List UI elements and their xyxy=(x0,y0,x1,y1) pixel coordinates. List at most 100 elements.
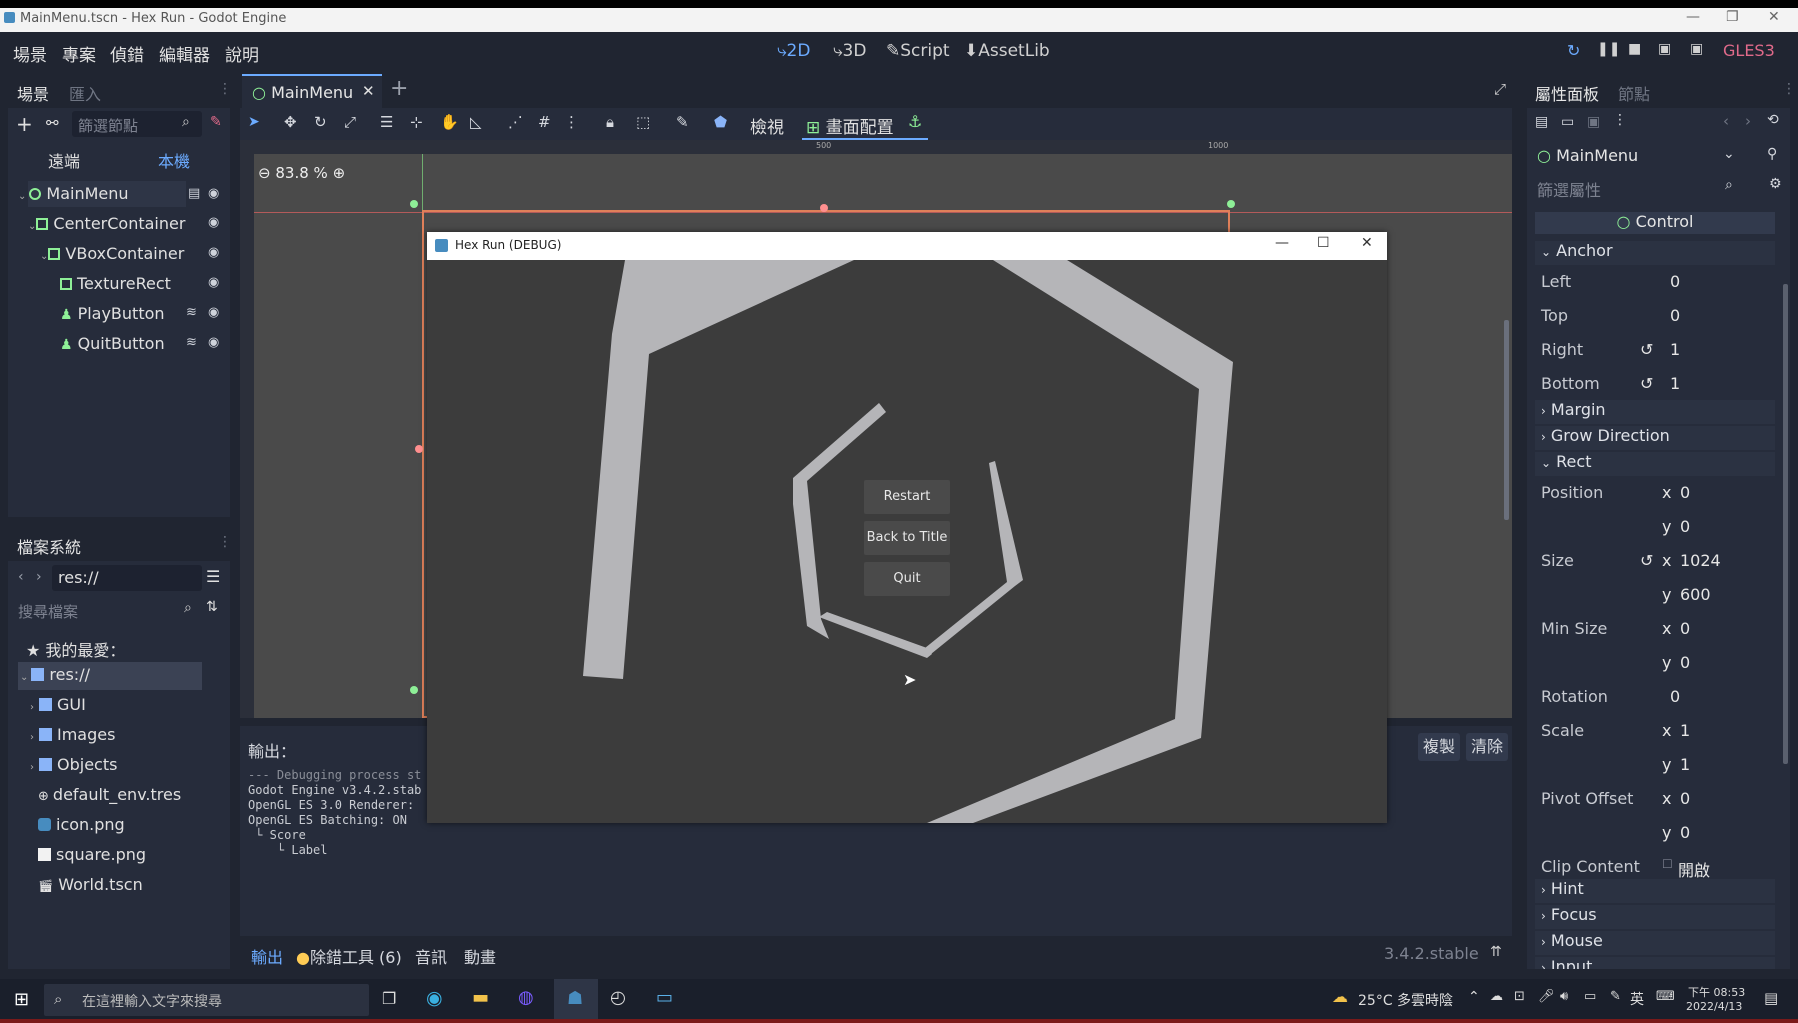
camera-override-icon[interactable]: ⬟ xyxy=(714,113,727,131)
filter-settings-icon[interactable]: ⚙ xyxy=(1769,176,1782,192)
select-tool-icon[interactable]: ➤ xyxy=(248,114,260,130)
prop-pivot-x[interactable]: Pivot Offset x 0 xyxy=(1535,783,1775,813)
group-icon[interactable]: ⬚ xyxy=(636,113,650,131)
folder-objects[interactable]: › Objects xyxy=(30,755,117,774)
menu-project[interactable]: 專案 xyxy=(62,41,96,66)
revert-icon[interactable]: ↺ xyxy=(1640,340,1653,359)
quit-button[interactable]: Quit xyxy=(864,562,950,596)
revert-icon[interactable]: ↺ xyxy=(1640,374,1653,393)
remote-button[interactable]: 遠端 xyxy=(48,148,80,172)
minimize-icon[interactable]: — xyxy=(1275,235,1289,251)
visibility-eye-icon[interactable]: ◉ xyxy=(208,215,219,230)
network-icon[interactable]: ⊡ xyxy=(1514,989,1525,1004)
pen-icon[interactable]: ✎ xyxy=(1610,989,1621,1004)
tree-node-mainmenu[interactable]: ⌄ MainMenu xyxy=(18,184,129,203)
prop-anchor-top[interactable]: Top 0 xyxy=(1535,300,1775,330)
restart-button[interactable]: Restart xyxy=(864,480,950,514)
signal-icon[interactable]: ≋ xyxy=(186,335,197,350)
bottom-tab-animation[interactable]: 動畫 xyxy=(464,944,496,968)
reload-icon[interactable]: ↻ xyxy=(1567,41,1580,60)
clear-button[interactable]: 清除 xyxy=(1466,733,1508,761)
prop-pivot-y[interactable]: y0 xyxy=(1535,817,1775,847)
bottom-tab-output[interactable]: 輸出 xyxy=(251,944,283,968)
visibility-eye-icon[interactable]: ◉ xyxy=(208,275,219,290)
menu-scene[interactable]: 場景 xyxy=(13,41,47,66)
tree-node-quitbutton[interactable]: ♟ QuitButton xyxy=(60,334,165,353)
visibility-eye-icon[interactable]: ◉ xyxy=(208,335,219,350)
folder-res[interactable]: ⌄ res:// xyxy=(20,665,90,684)
mode-assetlib-button[interactable]: ⬇AssetLib xyxy=(964,41,1050,61)
script-icon[interactable]: ▤ xyxy=(188,186,200,201)
taskbar-search[interactable]: ⌕ 在這裡輸入文字來搜尋 xyxy=(44,984,369,1016)
back-icon[interactable]: ‹ xyxy=(18,569,24,585)
notification-icon[interactable]: ▤ xyxy=(1764,989,1778,1007)
fullscreen-icon[interactable]: ⤢ xyxy=(1494,80,1506,98)
tree-node-playbutton[interactable]: ♟ PlayButton xyxy=(60,304,165,323)
grid-snap-icon[interactable]: # xyxy=(538,113,551,131)
tab-import[interactable]: 匯入 xyxy=(69,81,101,105)
anchor-handle[interactable] xyxy=(410,200,418,208)
play-custom-icon[interactable]: ▣ xyxy=(1690,41,1703,57)
minimize-icon[interactable]: — xyxy=(1686,9,1700,25)
anchor-handle[interactable] xyxy=(410,686,418,694)
copy-button[interactable]: 複製 xyxy=(1418,733,1460,761)
clock-date[interactable]: 2022/4/13 xyxy=(1686,1000,1742,1013)
pivot-tool-icon[interactable]: ⊹ xyxy=(410,113,423,131)
task-view-icon[interactable]: ❐ xyxy=(382,989,396,1008)
menu-editor[interactable]: 編輯器 xyxy=(159,41,210,66)
mic-icon[interactable]: 🎤︎ xyxy=(1538,989,1555,1004)
clock-time[interactable]: 下午 08:53 xyxy=(1688,984,1745,1000)
menu-help[interactable]: 說明 xyxy=(225,41,259,66)
bottom-tab-audio[interactable]: 音訊 xyxy=(415,944,447,968)
section-grow-direction[interactable]: › Grow Direction xyxy=(1535,426,1775,450)
property-filter-input[interactable]: 篩選屬性 ⌕ xyxy=(1533,174,1747,200)
folder-images[interactable]: › Images xyxy=(30,725,115,744)
file-explorer-icon[interactable]: ▬ xyxy=(472,987,489,1008)
dock-menu-icon[interactable]: ⋮ xyxy=(218,534,232,550)
list-select-icon[interactable]: ☰ xyxy=(380,113,393,131)
close-icon[interactable]: ✕ xyxy=(1361,235,1373,251)
close-icon[interactable]: ✕ xyxy=(1768,9,1780,25)
prop-anchor-right[interactable]: Right ↺ 1 xyxy=(1535,334,1775,364)
edge-icon[interactable]: ◉ xyxy=(426,987,443,1009)
docs-icon[interactable]: ⚲ xyxy=(1767,146,1777,162)
folder-gui[interactable]: › GUI xyxy=(30,695,86,714)
maximize-icon[interactable]: ☐ xyxy=(1317,235,1330,251)
dock-menu-icon[interactable]: ⋮ xyxy=(218,81,232,97)
history-icon[interactable]: ⟲ xyxy=(1767,112,1779,128)
local-button[interactable]: 本機 xyxy=(158,148,190,172)
prop-anchor-left[interactable]: Left 0 xyxy=(1535,266,1775,296)
ime-indicator[interactable]: 英 xyxy=(1630,989,1644,1009)
prop-clip-content[interactable]: Clip Content ☐ 開啟 xyxy=(1535,851,1775,881)
back-to-title-button[interactable]: Back to Title xyxy=(864,521,950,555)
tray-chevron-icon[interactable]: ⌃ xyxy=(1468,989,1480,1005)
resize-handle[interactable] xyxy=(415,445,423,453)
anchor-icon[interactable]: ⚓︎ xyxy=(908,112,922,131)
bottom-tab-debugger[interactable]: ●除錯工具 (6) xyxy=(296,944,402,968)
add-node-icon[interactable]: + xyxy=(16,112,33,136)
signal-icon[interactable]: ≋ xyxy=(186,305,197,320)
revert-icon[interactable]: ↺ xyxy=(1640,551,1653,570)
snap-options-icon[interactable]: ⋮ xyxy=(564,113,579,131)
keyboard-icon[interactable]: ⌨ xyxy=(1656,989,1675,1004)
mode-2d-button[interactable]: ⤷2D xyxy=(777,41,810,61)
tab-filesystem[interactable]: 檔案系統 xyxy=(17,534,81,558)
tree-node-vboxcontainer[interactable]: ⌄ VBoxContainer xyxy=(40,244,184,263)
more-options-icon[interactable]: ⋮ xyxy=(1613,112,1627,128)
renderer-label[interactable]: GLES3 xyxy=(1723,41,1775,60)
object-selector[interactable]: ○ MainMenu ⌄ xyxy=(1533,142,1743,170)
tab-inspector[interactable]: 屬性面板 xyxy=(1535,81,1599,105)
link-icon[interactable]: ⚯ xyxy=(46,114,59,132)
file-default-env[interactable]: ⊕ default_env.tres xyxy=(38,785,181,804)
clock-app-icon[interactable]: ◴ xyxy=(610,987,626,1008)
pan-tool-icon[interactable]: ✋ xyxy=(440,113,459,131)
dock-menu-icon[interactable]: ⋮ xyxy=(1782,81,1796,97)
prop-anchor-bottom[interactable]: Bottom ↺ 1 xyxy=(1535,368,1775,398)
visibility-eye-icon[interactable]: ◉ xyxy=(208,186,219,201)
zoom-in-icon[interactable]: ⊕ xyxy=(333,164,346,182)
new-tab-icon[interactable]: + xyxy=(390,76,408,101)
rotate-tool-icon[interactable]: ↻ xyxy=(314,113,327,131)
prop-position-y[interactable]: y0 xyxy=(1535,511,1775,541)
prop-scale-x[interactable]: Scale x 1 xyxy=(1535,715,1775,745)
prop-rotation[interactable]: Rotation 0 xyxy=(1535,681,1775,711)
